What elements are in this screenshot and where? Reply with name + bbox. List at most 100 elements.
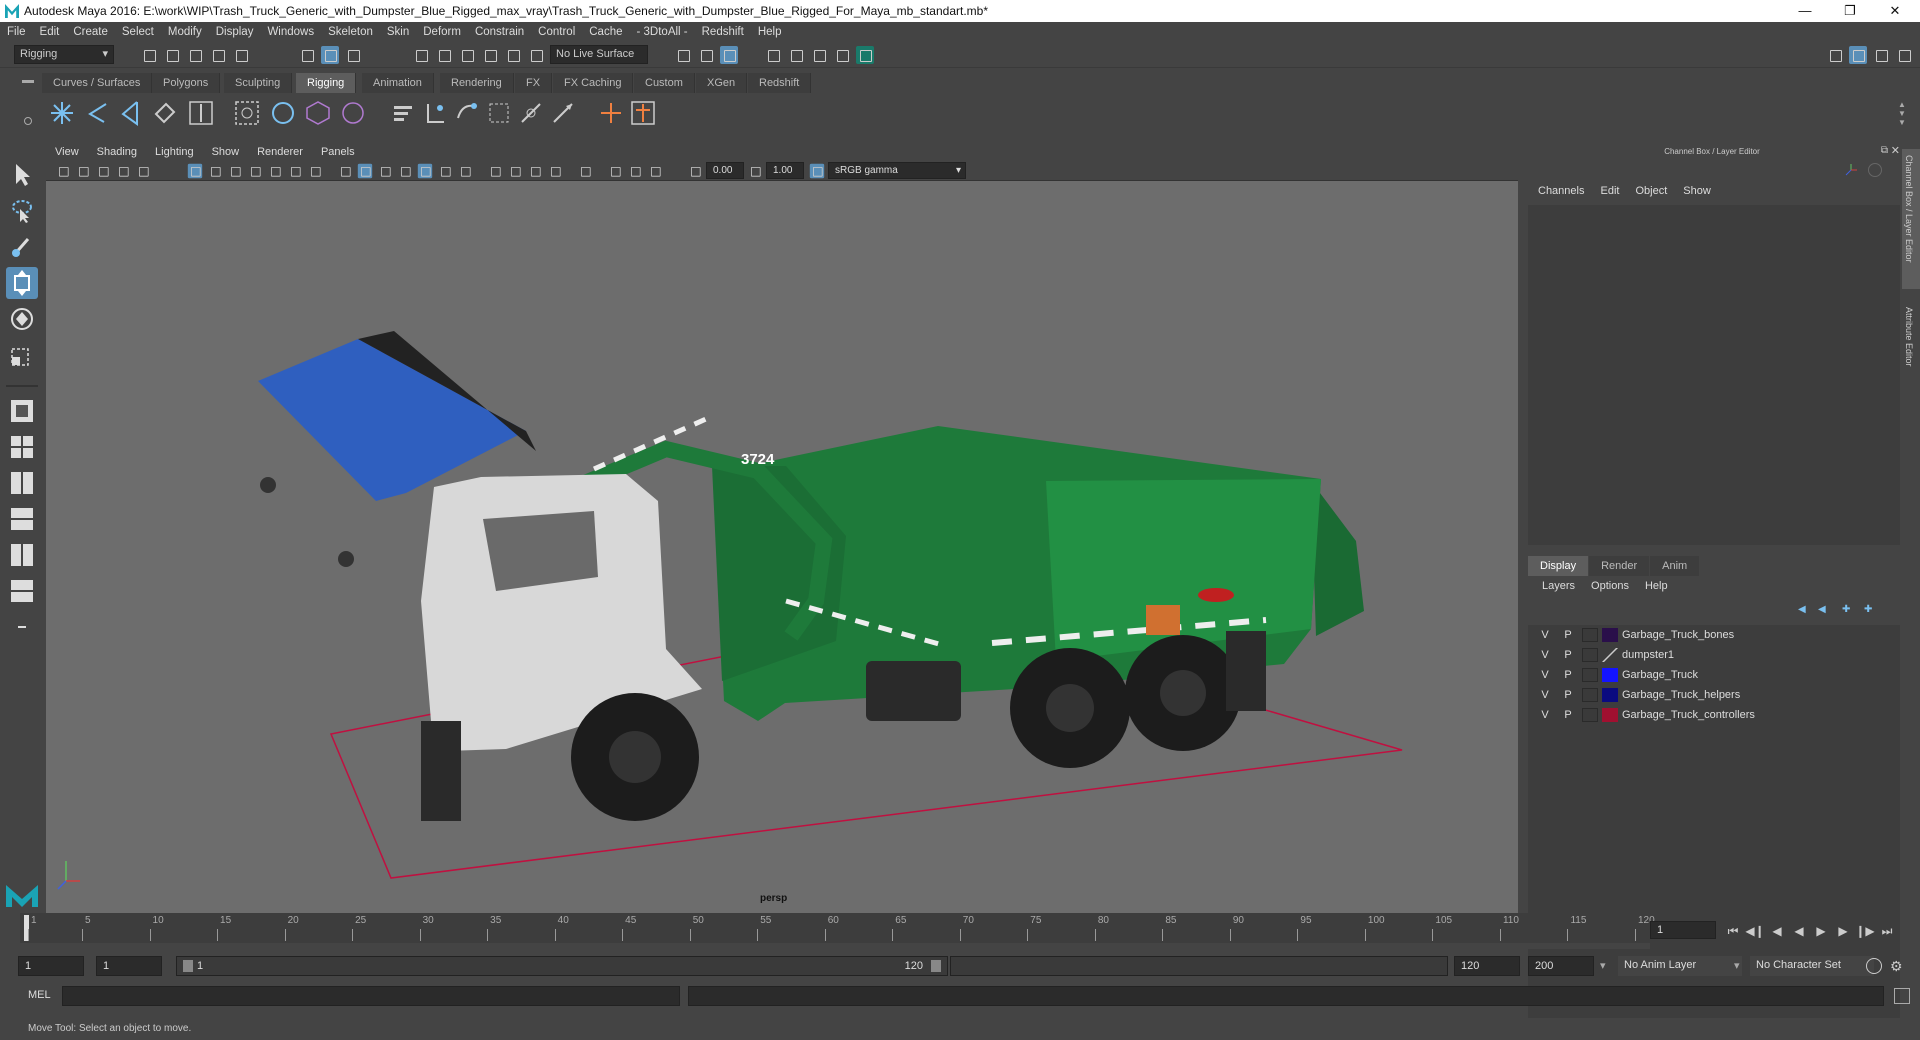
layer-menu-help[interactable]: Help — [1637, 580, 1676, 592]
shelf-tab-animation[interactable]: Animation — [362, 73, 434, 93]
snap-point-icon[interactable] — [458, 46, 476, 64]
resolution-gate-icon[interactable] — [228, 164, 242, 178]
snap-view-plane-icon[interactable] — [481, 46, 499, 64]
layer-playback-toggle[interactable]: P — [1561, 669, 1575, 681]
go-to-end-icon[interactable]: ⏭ — [1876, 924, 1898, 939]
select-component-icon[interactable] — [344, 46, 362, 64]
cb-menu-object[interactable]: Object — [1627, 185, 1675, 197]
menu-constrain[interactable]: Constrain — [468, 26, 531, 38]
layer-tab-render[interactable]: Render — [1589, 556, 1650, 576]
lock-camera-icon[interactable] — [76, 164, 90, 178]
channel-box-area[interactable] — [1528, 205, 1900, 545]
lattice-icon[interactable] — [268, 98, 298, 128]
single-pane-layout-icon[interactable] — [6, 395, 38, 427]
exposure-field[interactable]: 0.00 — [706, 162, 744, 179]
shelf-tab-fx-caching[interactable]: FX Caching — [553, 73, 634, 93]
layer-menu-layers[interactable]: Layers — [1534, 580, 1583, 592]
view-transform-dropdown[interactable]: sRGB gamma ▾ — [828, 162, 966, 179]
range-slider-extension[interactable] — [950, 956, 1448, 976]
tool-settings-toggle-icon[interactable] — [1895, 46, 1913, 64]
time-slider[interactable]: 1 5 10 15 20 25 30 35 40 45 50 55 60 65 70 75 80 85 90 95 10… — [20, 913, 1655, 949]
insert-joint-icon[interactable] — [150, 98, 180, 128]
safe-action-icon[interactable] — [288, 164, 302, 178]
quick-rig-icon[interactable] — [186, 98, 216, 128]
script-editor-icon[interactable] — [1894, 988, 1910, 1004]
bookmark-icon[interactable] — [96, 164, 110, 178]
animation-start-field[interactable]: 1 — [18, 956, 84, 976]
command-input[interactable] — [62, 986, 680, 1006]
bind-skin-icon[interactable] — [232, 98, 262, 128]
layer-visibility-toggle[interactable]: V — [1538, 649, 1552, 661]
menu-display[interactable]: Display — [209, 26, 261, 38]
isolate-select-icon[interactable] — [578, 164, 592, 178]
layer-playback-toggle[interactable]: P — [1561, 629, 1575, 641]
motion-blur-icon[interactable] — [508, 164, 522, 178]
parent-constraint-icon[interactable] — [420, 98, 450, 128]
shelf-tab-fx[interactable]: FX — [515, 73, 553, 93]
side-tab-channel-box[interactable]: Channel Box / Layer Editor — [1902, 149, 1920, 289]
backface-icon[interactable] — [648, 164, 662, 178]
add-attribute-icon[interactable] — [596, 98, 626, 128]
layer-color-swatch[interactable] — [1602, 668, 1618, 682]
ik-spline-icon[interactable] — [115, 98, 145, 128]
animation-end-field[interactable]: 200 — [1528, 956, 1594, 976]
channel-box-toggle-icon[interactable] — [1849, 46, 1867, 64]
chevron-down-icon[interactable]: ▾ — [1734, 959, 1740, 972]
workspace-icon[interactable] — [1826, 46, 1844, 64]
image-plane-icon[interactable] — [116, 164, 130, 178]
undo-icon[interactable] — [209, 46, 227, 64]
axis-manipulator-icon[interactable] — [1844, 163, 1858, 177]
safe-title-icon[interactable] — [308, 164, 322, 178]
step-back-frame-icon[interactable]: ◀❙ — [1744, 924, 1766, 938]
layer-row[interactable]: V P Garbage_Truck — [1528, 665, 1900, 685]
rotate-tool-icon[interactable] — [6, 303, 38, 335]
chevron-down-icon[interactable]: ▾ — [1600, 959, 1606, 972]
snap-live-icon[interactable] — [504, 46, 522, 64]
menu-redshift[interactable]: Redshift — [695, 26, 751, 38]
xray-icon[interactable] — [398, 164, 412, 178]
input-ops-icon[interactable] — [697, 46, 715, 64]
shelf-settings-icon[interactable] — [24, 117, 32, 125]
cb-menu-show[interactable]: Show — [1675, 185, 1719, 197]
layer-visibility-toggle[interactable]: V — [1538, 669, 1552, 681]
anti-aliasing-icon[interactable] — [528, 164, 542, 178]
gamma-icon[interactable] — [748, 164, 762, 178]
menu-3dtoall[interactable]: - 3DtoAll - — [630, 26, 695, 38]
close-panel-icon[interactable]: ✕ — [1891, 144, 1900, 157]
menu-control[interactable]: Control — [531, 26, 582, 38]
locator-icon[interactable] — [388, 98, 418, 128]
field-chart-icon[interactable] — [268, 164, 282, 178]
exposure-icon[interactable] — [688, 164, 702, 178]
color-management-icon[interactable] — [809, 163, 825, 179]
range-start-handle[interactable] — [183, 960, 193, 972]
render-settings-icon[interactable] — [764, 46, 782, 64]
layer-visibility-toggle[interactable]: V — [1538, 709, 1552, 721]
render-frame-icon[interactable] — [810, 46, 828, 64]
go-to-start-icon[interactable]: ⏮ — [1722, 924, 1744, 939]
layer-display-type[interactable] — [1582, 648, 1598, 662]
layer-display-type[interactable] — [1582, 688, 1598, 702]
shelf-tab-redshift[interactable]: Redshift — [748, 73, 812, 93]
range-slider[interactable]: 1 120 — [176, 956, 948, 976]
move-layer-down-icon[interactable]: ◀ — [1818, 604, 1832, 616]
playback-start-field[interactable]: 1 — [96, 956, 162, 976]
float-panel-icon[interactable]: ⧉ — [1881, 145, 1888, 156]
camera-attributes-icon[interactable] — [56, 164, 70, 178]
orient-constraint-icon[interactable] — [484, 98, 514, 128]
screen-space-ao-icon[interactable] — [488, 164, 502, 178]
shelf-tab-sculpting[interactable]: Sculpting — [224, 73, 293, 93]
shelf-tab-rigging[interactable]: Rigging — [296, 73, 357, 93]
attribute-editor-toggle-icon[interactable] — [1872, 46, 1890, 64]
side-by-side-layout-icon[interactable] — [6, 467, 38, 499]
step-forward-key-icon[interactable]: ▶ — [1832, 924, 1854, 938]
gate-mask-icon[interactable] — [248, 164, 262, 178]
four-pane-layout-icon[interactable] — [6, 431, 38, 463]
save-scene-icon[interactable] — [186, 46, 204, 64]
play-backward-icon[interactable]: ◀ — [1788, 924, 1810, 938]
shelf-scroll-icon[interactable]: ▲ ▼ ▼ — [1898, 100, 1908, 128]
two-d-pan-icon[interactable] — [136, 164, 150, 178]
wireframe-icon[interactable] — [338, 164, 352, 178]
layer-playback-toggle[interactable]: P — [1561, 689, 1575, 701]
snap-curve-icon[interactable] — [435, 46, 453, 64]
move-layer-up-icon[interactable]: ◀ — [1798, 604, 1812, 616]
